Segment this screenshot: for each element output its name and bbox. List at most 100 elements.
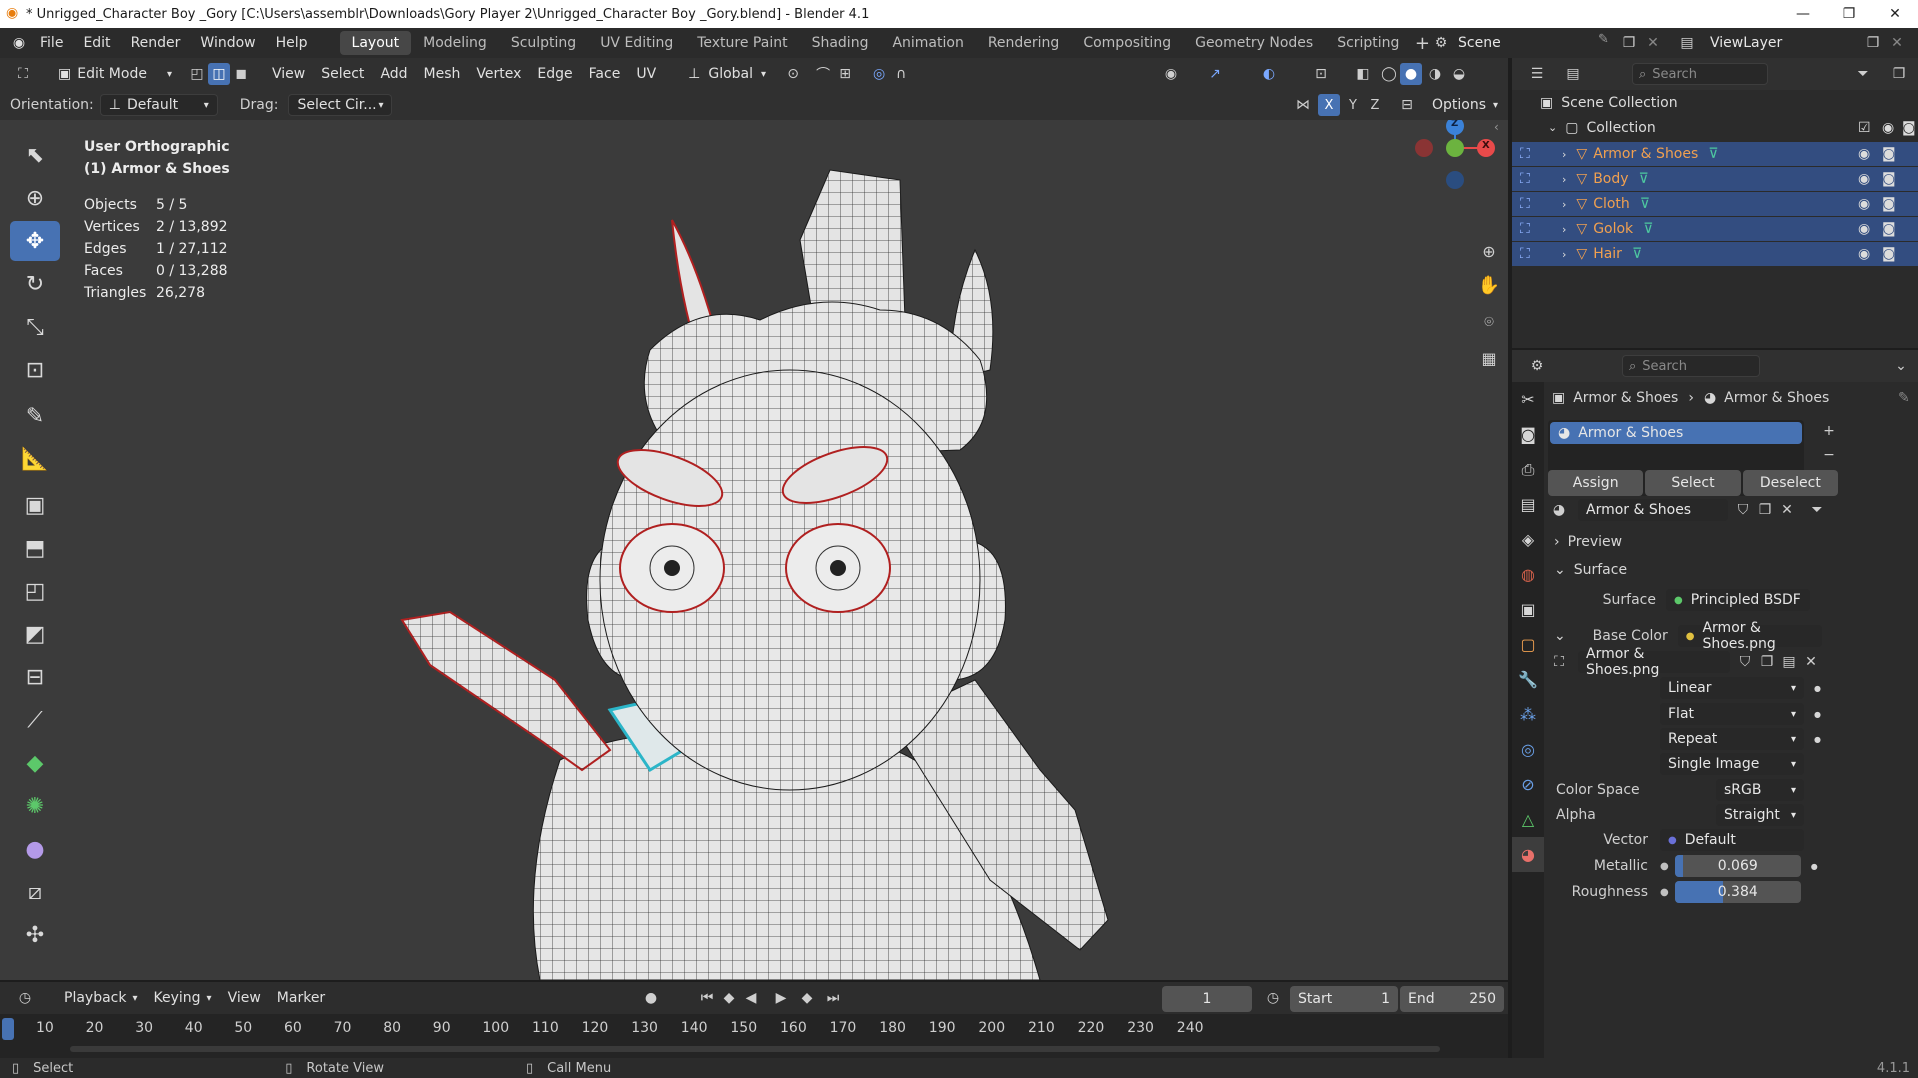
output-tab-icon[interactable]: ⎙: [1512, 452, 1544, 487]
jump-keyframe-forward-icon[interactable]: ◆: [796, 987, 818, 1009]
animate-dot-icon[interactable]: ●: [1814, 684, 1821, 693]
rotate-tool-icon[interactable]: ↻: [10, 264, 60, 304]
orientation-dropdown[interactable]: ⊥ Default ▾: [99, 94, 218, 116]
menu-edge[interactable]: Edge: [529, 63, 580, 85]
visibility-select-icon[interactable]: ⛶: [1520, 246, 1530, 262]
display-mode-icon[interactable]: ▤: [1562, 63, 1584, 85]
menu-select[interactable]: Select: [313, 63, 372, 85]
surface-panel-header[interactable]: ⌄ Surface: [1548, 556, 1918, 584]
smooth-tool-icon[interactable]: ●: [10, 829, 60, 869]
current-frame-field[interactable]: 1: [1162, 986, 1252, 1012]
snap-icon[interactable]: ⌒: [812, 63, 834, 85]
unlink-icon[interactable]: ✕: [1776, 499, 1798, 521]
transform-orientation-dropdown[interactable]: ⊥ Global ▾: [680, 63, 774, 85]
tab-rendering[interactable]: Rendering: [976, 31, 1072, 55]
properties-editor-icon[interactable]: ⚙: [1526, 355, 1548, 377]
properties-search-input[interactable]: ⌕ Search: [1622, 355, 1760, 377]
end-frame-field[interactable]: End 250: [1400, 986, 1504, 1012]
eye-icon[interactable]: ◉: [1858, 146, 1870, 162]
move-tool-icon[interactable]: ✥: [10, 221, 60, 261]
xray-icon[interactable]: ◧: [1352, 63, 1374, 85]
menu-window[interactable]: Window: [190, 28, 265, 58]
chevron-right-icon[interactable]: ›: [1562, 148, 1566, 161]
close-button[interactable]: ✕: [1872, 0, 1918, 28]
visibility-select-icon[interactable]: ⛶: [1520, 146, 1530, 162]
rendered-shading-icon[interactable]: ◒: [1448, 63, 1470, 85]
remove-slot-icon[interactable]: −: [1818, 444, 1840, 466]
camera-icon[interactable]: ◙: [1902, 120, 1916, 136]
bevel-tool-icon[interactable]: ◩: [10, 614, 60, 654]
animate-dot-icon[interactable]: ●: [1814, 735, 1821, 744]
menu-face[interactable]: Face: [581, 63, 629, 85]
metallic-slider[interactable]: 0.069: [1674, 855, 1801, 877]
tab-animation[interactable]: Animation: [880, 31, 975, 55]
overlay-toggle-icon[interactable]: ◐: [1258, 63, 1280, 85]
delete-scene-icon[interactable]: ✕: [1642, 32, 1664, 54]
projection-dropdown[interactable]: Flat ▾: [1660, 703, 1804, 725]
loop-cut-tool-icon[interactable]: ⊟: [10, 657, 60, 697]
physics-tab-icon[interactable]: ◎: [1512, 732, 1544, 767]
menu-timeline-view[interactable]: View: [220, 987, 269, 1009]
world-tab-icon[interactable]: ◍: [1512, 557, 1544, 592]
scene-collection-row[interactable]: ▣ Scene Collection: [1512, 90, 1918, 115]
shear-tool-icon[interactable]: ✣: [10, 915, 60, 955]
menu-vertex[interactable]: Vertex: [468, 63, 529, 85]
timeline-scrollbar[interactable]: [70, 1046, 1440, 1052]
fake-user-icon[interactable]: ⛉: [1732, 499, 1754, 521]
mesh-overlay-icon[interactable]: ⊡: [1310, 63, 1332, 85]
menu-file[interactable]: File: [30, 28, 73, 58]
menu-render[interactable]: Render: [121, 28, 191, 58]
jump-end-icon[interactable]: ⏭: [822, 987, 844, 1009]
data-tab-icon[interactable]: △: [1512, 802, 1544, 837]
base-color-field[interactable]: ● Armor & Shoes.png: [1677, 620, 1822, 652]
menu-view[interactable]: View: [264, 63, 313, 85]
mode-selector[interactable]: ▣ Edit Mode ▾: [50, 63, 180, 85]
image-browse-icon[interactable]: ⛶: [1548, 651, 1570, 673]
image-name-field[interactable]: Armor & Shoes.png: [1578, 646, 1730, 678]
delete-view-layer-icon[interactable]: ✕: [1886, 32, 1908, 54]
eye-icon[interactable]: ◉: [1882, 120, 1894, 136]
auto-merge-icon[interactable]: ⊟: [1396, 94, 1418, 116]
material-tab-icon[interactable]: ◕: [1512, 837, 1544, 872]
preview-panel-header[interactable]: › Preview: [1548, 528, 1918, 556]
tab-uv-editing[interactable]: UV Editing: [588, 31, 685, 55]
outliner-object-row[interactable]: ⛶ › ▽ Golok ⊽ ◉ ◙: [1512, 216, 1918, 241]
menu-add[interactable]: Add: [372, 63, 415, 85]
edge-select-icon[interactable]: ◫: [208, 63, 230, 85]
falloff-icon[interactable]: ∩: [890, 63, 912, 85]
menu-help[interactable]: Help: [266, 28, 318, 58]
vector-field[interactable]: ● Default: [1660, 829, 1804, 851]
particles-tab-icon[interactable]: ⁂: [1512, 697, 1544, 732]
visibility-icon[interactable]: ◉: [1160, 63, 1182, 85]
outliner-object-row[interactable]: ⛶ › ▽ Armor & Shoes ⊽ ◉ ◙: [1512, 141, 1918, 166]
tool-tab-icon[interactable]: ✂: [1512, 382, 1544, 417]
unlink-icon[interactable]: ✕: [1800, 651, 1822, 673]
play-reverse-icon[interactable]: ◀: [740, 987, 762, 1009]
material-slot-item[interactable]: ◕ Armor & Shoes: [1550, 422, 1802, 444]
new-scene-icon[interactable]: ❐: [1618, 32, 1640, 54]
visibility-select-icon[interactable]: ⛶: [1520, 221, 1530, 237]
material-name-field[interactable]: Armor & Shoes: [1578, 499, 1728, 521]
roughness-slider[interactable]: 0.384: [1674, 881, 1801, 903]
pivot-icon[interactable]: ⊙: [782, 63, 804, 85]
select-tool-icon[interactable]: ⬉: [10, 135, 60, 175]
grid-view-icon[interactable]: ▦: [1474, 340, 1504, 376]
extension-dropdown[interactable]: Repeat ▾: [1660, 728, 1804, 750]
pin-icon[interactable]: ✎: [1898, 390, 1910, 406]
scene-tab-icon[interactable]: ◈: [1512, 522, 1544, 557]
blender-menu-icon[interactable]: ◉: [8, 32, 30, 54]
visibility-select-icon[interactable]: ⛶: [1520, 196, 1530, 212]
tab-compositing[interactable]: Compositing: [1071, 31, 1183, 55]
tab-geometry-nodes[interactable]: Geometry Nodes: [1183, 31, 1325, 55]
sidebar-toggle-icon[interactable]: ‹: [1494, 120, 1499, 134]
view-layer-tab-icon[interactable]: ▤: [1512, 487, 1544, 522]
node-filter-icon[interactable]: ⏷: [1806, 499, 1828, 521]
eye-icon[interactable]: ◉: [1858, 221, 1870, 237]
fake-user-icon[interactable]: ⛉: [1734, 651, 1756, 673]
face-select-icon[interactable]: ◼: [230, 63, 252, 85]
eye-icon[interactable]: ◉: [1858, 171, 1870, 187]
play-icon[interactable]: ▶: [770, 987, 792, 1009]
minimize-button[interactable]: —: [1780, 0, 1826, 28]
camera-icon[interactable]: ◙: [1882, 196, 1896, 212]
camera-icon[interactable]: ◙: [1882, 246, 1896, 262]
